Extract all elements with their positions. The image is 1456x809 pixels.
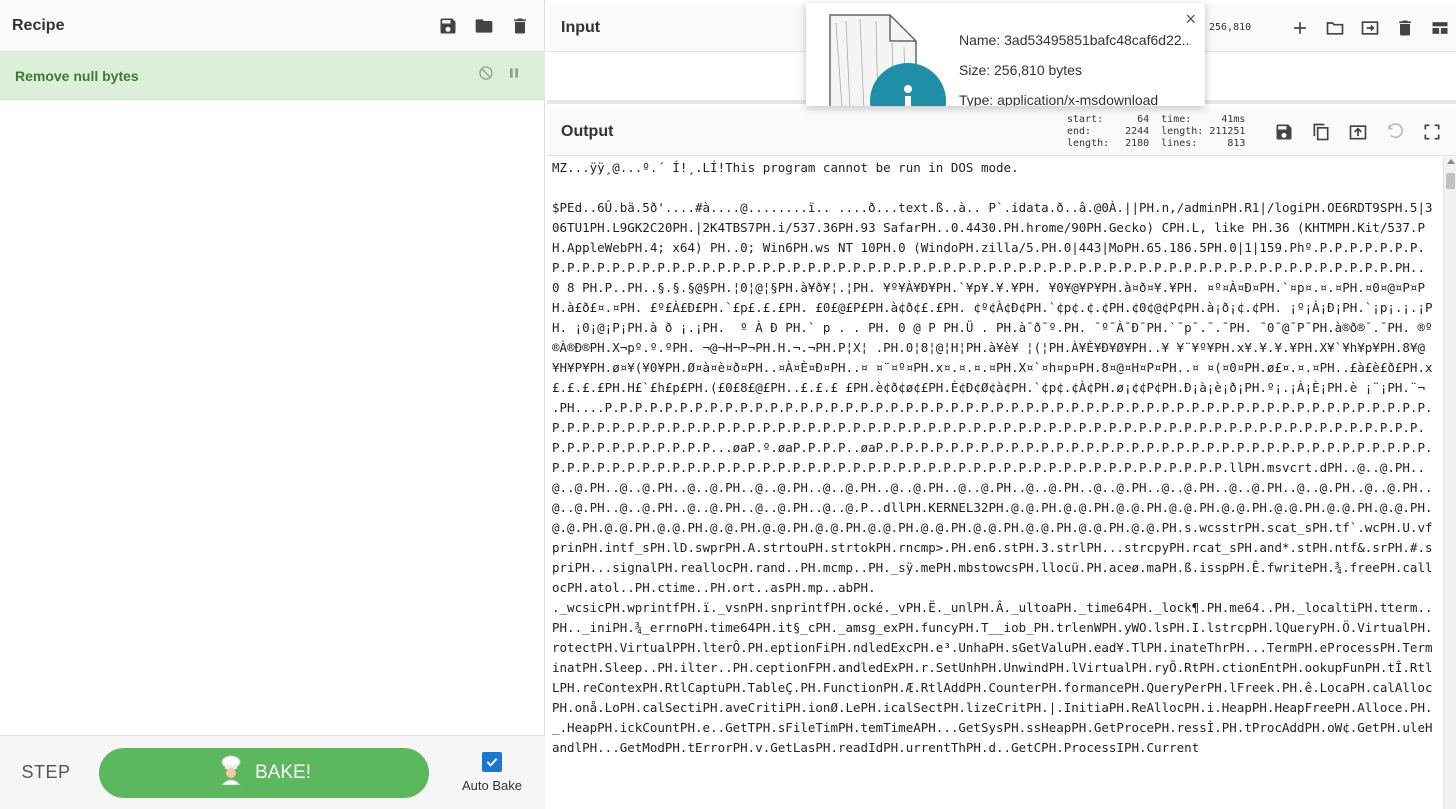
chef-icon: [217, 755, 245, 791]
stat-start: 64: [1137, 114, 1150, 125]
input-length: 256,810: [1209, 22, 1252, 33]
stat-output-length: 211251: [1209, 126, 1246, 137]
output-scrollbar[interactable]: [1443, 157, 1456, 809]
scroll-thumb[interactable]: [1446, 173, 1455, 189]
close-popup-button[interactable]: ×: [1185, 9, 1196, 30]
stat-end-label: end:: [1067, 126, 1092, 137]
output-textarea[interactable]: MZ...ÿÿ¸@...º.´ Í!¸.LÍ!This program cann…: [547, 157, 1456, 809]
auto-bake-checkbox[interactable]: [482, 752, 502, 772]
file-details: Name: 3ad53495851bafc48caf6d22... Size: …: [959, 25, 1191, 106]
add-input-tab-icon[interactable]: [1288, 16, 1312, 40]
file-details-popup: Name: 3ad53495851bafc48caf6d22... Size: …: [806, 3, 1205, 106]
scroll-up-arrow-icon[interactable]: [1447, 159, 1455, 164]
stat-end: 2244: [1125, 126, 1150, 137]
bake-button[interactable]: BAKE!: [99, 747, 429, 798]
operation-remove-null-bytes[interactable]: Remove null bytes: [0, 52, 545, 100]
clear-recipe-trash-icon[interactable]: [508, 14, 532, 38]
input-title: Input: [561, 18, 601, 36]
bake-controls: STEP BAKE! Auto Bake: [0, 735, 545, 809]
file-size: Size: 256,810 bytes: [959, 62, 1082, 78]
stat-length-label: length:: [1067, 138, 1110, 149]
undo-icon[interactable]: [1383, 120, 1407, 144]
save-recipe-icon[interactable]: [436, 14, 460, 38]
open-folder-icon[interactable]: [1323, 16, 1347, 40]
recipe-header: Recipe: [0, 0, 544, 52]
recipe-pane: Recipe Remove null bytes STEP BAKE! Auto…: [0, 0, 545, 809]
io-pane: Input 256,810 Output start: 64 end: 2244…: [547, 0, 1456, 809]
step-button[interactable]: STEP: [0, 762, 92, 783]
stat-length: 2180: [1125, 138, 1150, 149]
recipe-title: Recipe: [12, 16, 65, 34]
maximise-output-icon[interactable]: [1420, 120, 1444, 144]
save-output-icon[interactable]: [1272, 120, 1296, 144]
stat-time-label: time:: [1161, 114, 1192, 125]
file-type: Type: application/x-msdownload: [959, 92, 1159, 106]
stat-time: 41ms: [1221, 114, 1246, 125]
bake-label: BAKE!: [255, 761, 311, 783]
stat-output-length-label: length:: [1161, 126, 1204, 137]
replace-input-icon[interactable]: [1346, 120, 1370, 144]
auto-bake-label: Auto Bake: [462, 778, 522, 793]
open-file-icon[interactable]: [1358, 16, 1382, 40]
auto-bake-toggle[interactable]: Auto Bake: [459, 752, 525, 793]
reset-layout-icon[interactable]: [1428, 16, 1452, 40]
load-recipe-folder-icon[interactable]: [472, 14, 496, 38]
copy-output-icon[interactable]: [1309, 120, 1333, 144]
output-content: MZ...ÿÿ¸@...º.´ Í!¸.LÍ!This program cann…: [552, 160, 1433, 755]
operation-label: Remove null bytes: [15, 67, 139, 84]
output-stats: start: 64 end: 2244 length: 2180 time: 41ms …: [1067, 114, 1245, 150]
breakpoint-pause-icon[interactable]: [506, 65, 522, 86]
file-info-icon: [820, 13, 950, 106]
clear-input-trash-icon[interactable]: [1393, 16, 1417, 40]
disable-operation-icon[interactable]: [478, 65, 494, 86]
output-header: Output start: 64 end: 2244 length: 2180 tim…: [547, 108, 1456, 156]
stat-lines: 813: [1227, 138, 1246, 149]
stat-lines-label: lines:: [1161, 138, 1198, 149]
file-name: Name: 3ad53495851bafc48caf6d22...: [959, 32, 1191, 48]
stat-start-label: start:: [1067, 114, 1104, 125]
